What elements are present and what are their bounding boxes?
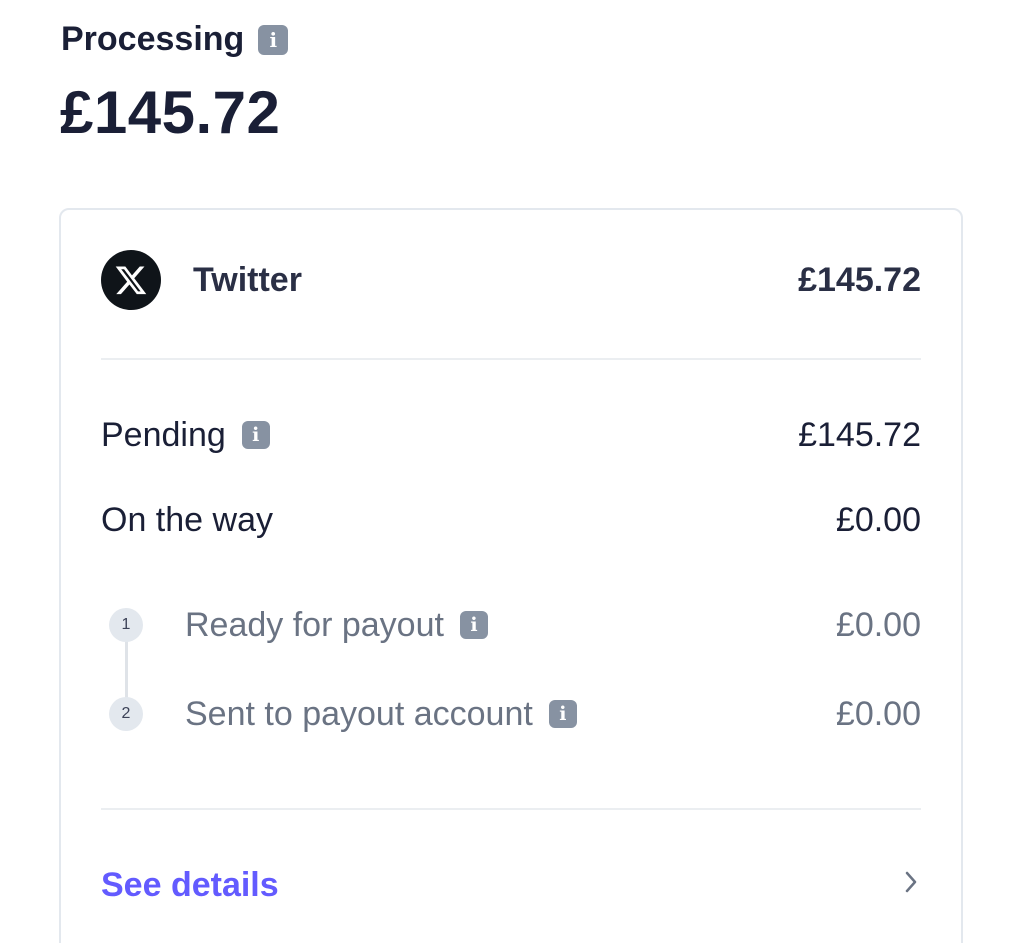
step-number: 1 bbox=[109, 608, 143, 642]
step-label: Ready for payout bbox=[185, 605, 444, 644]
info-icon[interactable]: i bbox=[548, 700, 577, 728]
account-amount: £145.72 bbox=[798, 260, 921, 299]
pending-label: Pending bbox=[101, 415, 226, 454]
x-logo-glyph bbox=[115, 266, 147, 295]
x-logo-icon bbox=[101, 250, 161, 310]
account-row: Twitter £145.72 bbox=[101, 250, 921, 310]
step-amount: £0.00 bbox=[835, 605, 921, 644]
processing-total: £145.72 bbox=[60, 79, 281, 146]
step-amount: £0.00 bbox=[835, 694, 921, 733]
divider bbox=[101, 358, 921, 360]
on-the-way-row: On the way £0.00 bbox=[101, 495, 921, 545]
section-header: Processing i bbox=[61, 20, 289, 59]
on-the-way-label: On the way bbox=[101, 500, 273, 539]
info-icon[interactable]: i bbox=[258, 24, 289, 55]
info-icon[interactable]: i bbox=[459, 611, 488, 639]
on-the-way-amount: £0.00 bbox=[835, 500, 921, 539]
step-label: Sent to payout account bbox=[185, 694, 533, 733]
page-title: Processing bbox=[61, 20, 245, 58]
balance-card: Twitter £145.72 Pending i £145.72 On the… bbox=[59, 208, 963, 943]
chevron-right-glyph bbox=[905, 871, 917, 893]
pending-row: Pending i £145.72 bbox=[101, 410, 921, 460]
processing-panel: Processing i £145.72 Twitter £145.72 Pen… bbox=[0, 0, 1024, 943]
step-ready-for-payout: 1 Ready for payout i £0.00 bbox=[109, 600, 921, 650]
info-icon[interactable]: i bbox=[241, 421, 270, 449]
see-details-link[interactable]: See details bbox=[101, 866, 279, 905]
chevron-right-icon[interactable] bbox=[901, 865, 921, 905]
divider bbox=[101, 808, 921, 810]
step-number: 2 bbox=[109, 697, 143, 731]
step-sent-to-payout-account: 2 Sent to payout account i £0.00 bbox=[109, 689, 921, 739]
pending-amount: £145.72 bbox=[798, 415, 921, 454]
see-details-row[interactable]: See details bbox=[101, 860, 921, 910]
account-name: Twitter bbox=[193, 260, 302, 299]
